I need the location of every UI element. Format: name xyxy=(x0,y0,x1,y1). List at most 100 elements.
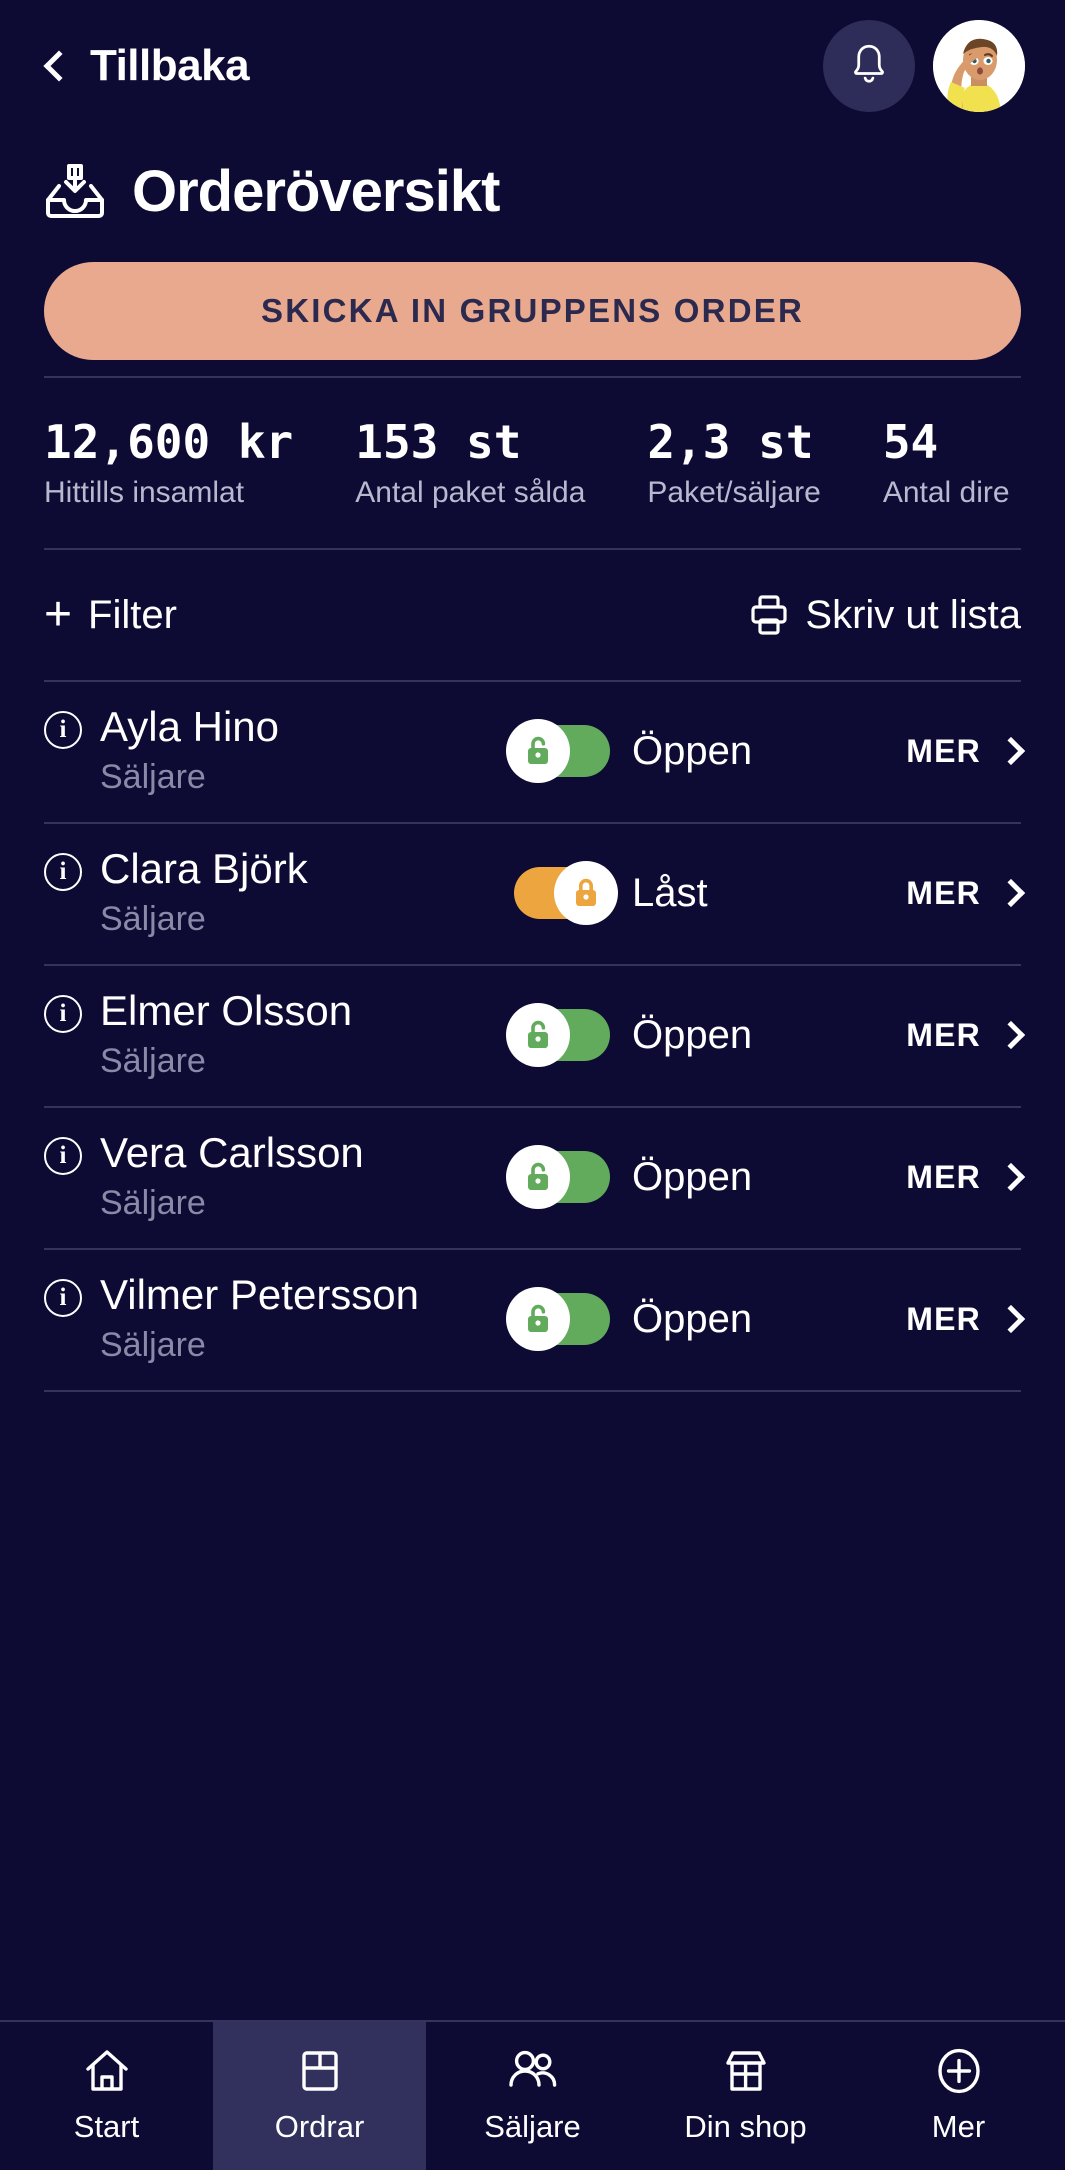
table-row[interactable]: i Vilmer Petersson Säljare Öppen MER xyxy=(0,1248,1065,1390)
nav-item-din-shop[interactable]: Din shop xyxy=(639,2022,852,2170)
seller-state: Öppen xyxy=(506,1145,906,1209)
filter-label: Filter xyxy=(88,592,177,637)
info-icon[interactable]: i xyxy=(44,1279,82,1318)
toggle-knob xyxy=(506,1003,570,1067)
chevron-right-icon xyxy=(996,736,1026,766)
stats-row: 12,600 kr Hittills insamlat 153 st Antal… xyxy=(0,378,1065,548)
seller-role: Säljare xyxy=(100,1325,206,1364)
print-list-button[interactable]: Skriv ut lista xyxy=(749,593,1021,638)
chevron-right-icon xyxy=(996,878,1026,908)
chevron-right-icon xyxy=(996,1162,1026,1192)
store-icon xyxy=(725,2051,766,2091)
box-icon xyxy=(301,2051,338,2091)
user-avatar-illustration xyxy=(933,20,1025,112)
lock-toggle[interactable] xyxy=(514,861,618,925)
seller-list: i Ayla Hino Säljare Öppen MER i Clara Bj… xyxy=(0,680,1065,2020)
order-overview-screen: Tillbaka Orderöversikt SKICKA IN GRUPPEN… xyxy=(0,0,1065,2170)
chevron-left-icon xyxy=(43,50,75,82)
table-row[interactable]: i Ayla Hino Säljare Öppen MER xyxy=(0,680,1065,822)
unlock-icon xyxy=(528,1304,548,1332)
plus-icon: + xyxy=(44,588,73,641)
table-row[interactable]: i Elmer Olsson Säljare Öppen MER xyxy=(0,964,1065,1106)
lock-toggle[interactable] xyxy=(506,1145,610,1209)
info-icon[interactable]: i xyxy=(44,711,82,750)
nav-item-mer[interactable]: Mer xyxy=(852,2022,1065,2170)
more-button[interactable]: MER xyxy=(906,1301,1026,1338)
back-button[interactable]: Tillbaka xyxy=(43,41,250,91)
submit-group-order-button[interactable]: SKICKA IN GRUPPENS ORDER xyxy=(44,262,1021,360)
inbox-download-icon xyxy=(46,164,104,218)
page-title: Orderöversikt xyxy=(132,158,500,224)
seller-identity: i Elmer Olsson Säljare xyxy=(44,989,514,1080)
stat-label: Antal dire xyxy=(882,476,1010,510)
nav-item-ordrar[interactable]: Ordrar xyxy=(213,2022,426,2170)
seller-name-block: Clara Björk Säljare xyxy=(100,847,308,938)
seller-state: Öppen xyxy=(506,1287,906,1351)
stat-value: 54 xyxy=(882,414,939,469)
top-bar-actions xyxy=(823,20,1025,112)
more-label: MER xyxy=(906,1016,981,1053)
seller-name-block: Vilmer Petersson Säljare xyxy=(100,1273,419,1364)
plus-circle-icon xyxy=(937,2048,980,2094)
back-label: Tillbaka xyxy=(90,41,250,90)
chevron-right-icon xyxy=(996,1020,1026,1050)
seller-identity: i Vilmer Petersson Säljare xyxy=(44,1273,514,1364)
seller-name: Elmer Olsson xyxy=(100,987,353,1035)
state-label: Öppen xyxy=(632,1154,753,1199)
more-button[interactable]: MER xyxy=(906,1016,1026,1054)
seller-name: Vera Carlsson xyxy=(100,1129,364,1177)
state-label: Öppen xyxy=(632,1296,753,1341)
seller-identity: i Vera Carlsson Säljare xyxy=(44,1131,514,1222)
printer-icon xyxy=(751,595,787,635)
nav-item-saljare[interactable]: Säljare xyxy=(426,2022,639,2170)
seller-identity: i Clara Björk Säljare xyxy=(44,847,514,938)
table-row[interactable]: i Clara Björk Säljare Låst MER xyxy=(0,822,1065,964)
seller-name-block: Ayla Hino Säljare xyxy=(100,705,279,796)
lock-toggle[interactable] xyxy=(506,1003,610,1067)
stat-value: 2,3 st xyxy=(647,414,814,469)
avatar[interactable] xyxy=(933,20,1025,112)
seller-name-block: Elmer Olsson Säljare xyxy=(100,989,352,1080)
more-button[interactable]: MER xyxy=(906,733,1026,770)
stat-label: Antal paket sålda xyxy=(355,476,586,510)
toggle-knob xyxy=(506,719,570,783)
info-icon[interactable]: i xyxy=(44,853,82,892)
toggle-knob xyxy=(506,1145,570,1209)
more-button[interactable]: MER xyxy=(906,874,1026,912)
seller-state: Låst xyxy=(514,861,906,925)
stat-item: 2,3 st Paket/säljare xyxy=(647,414,820,511)
more-label: MER xyxy=(906,1158,981,1195)
bell-icon xyxy=(854,44,884,83)
lock-toggle[interactable] xyxy=(506,1287,610,1351)
seller-state: Öppen xyxy=(506,1003,906,1067)
state-label: Öppen xyxy=(632,1012,753,1057)
print-label: Skriv ut lista xyxy=(805,592,1021,637)
unlock-icon xyxy=(528,736,548,764)
toggle-knob xyxy=(506,1287,570,1351)
list-toolbar: + Filter Skriv ut lista xyxy=(0,550,1065,680)
submit-group-order-wrap: SKICKA IN GRUPPENS ORDER xyxy=(0,250,1065,376)
nav-label: Din shop xyxy=(684,2109,807,2144)
more-button[interactable]: MER xyxy=(906,1158,1026,1196)
seller-role: Säljare xyxy=(100,757,206,796)
stat-value: 153 st xyxy=(355,414,522,469)
info-icon[interactable]: i xyxy=(44,1137,82,1176)
lock-toggle[interactable] xyxy=(506,719,610,783)
nav-label: Säljare xyxy=(484,2109,581,2144)
nav-item-start[interactable]: Start xyxy=(0,2022,213,2170)
stat-item: 153 st Antal paket sålda xyxy=(355,414,586,511)
people-icon xyxy=(508,2050,556,2087)
state-label: Öppen xyxy=(632,728,753,773)
toggle-knob xyxy=(554,861,618,925)
table-row[interactable]: i Vera Carlsson Säljare Öppen MER xyxy=(0,1106,1065,1248)
nav-label: Ordrar xyxy=(274,2109,365,2144)
more-label: MER xyxy=(906,874,981,911)
lock-icon xyxy=(576,878,596,906)
filter-button[interactable]: + Filter xyxy=(44,591,177,639)
top-bar: Tillbaka xyxy=(0,0,1065,132)
info-icon[interactable]: i xyxy=(44,995,82,1034)
seller-role: Säljare xyxy=(100,1041,206,1080)
seller-state: Öppen xyxy=(506,719,906,783)
notifications-button[interactable] xyxy=(823,20,915,112)
divider-below-list xyxy=(44,1390,1021,1392)
